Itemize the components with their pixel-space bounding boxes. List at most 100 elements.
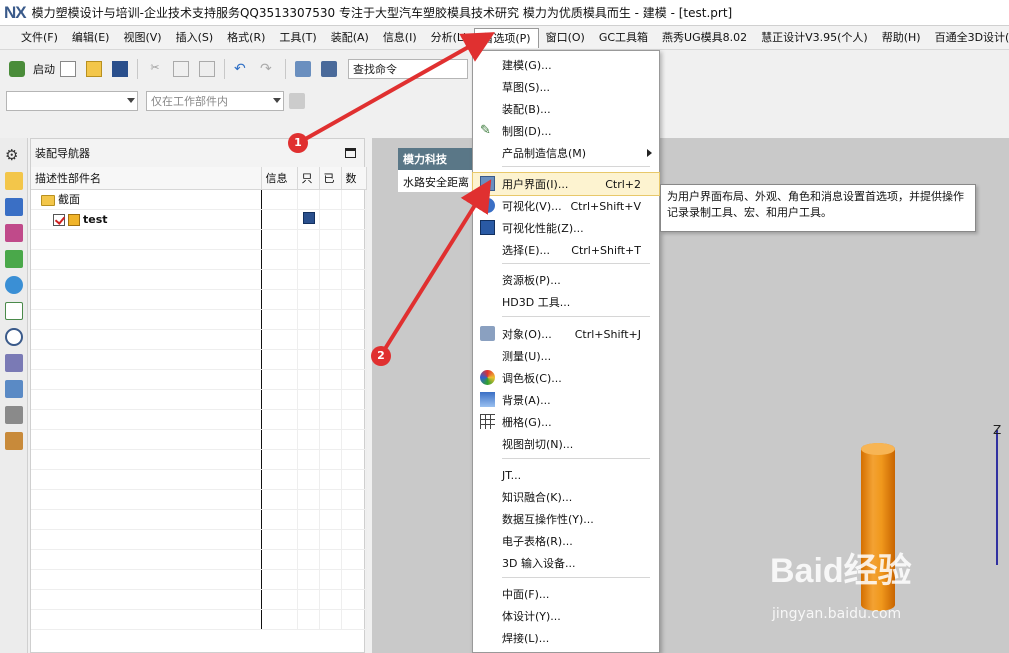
menu-tools[interactable]: 工具(T)	[272, 28, 323, 48]
toolbar-separator	[137, 59, 138, 79]
menu-item-user-interface[interactable]: 用户界面(I)... Ctrl+2	[472, 172, 660, 196]
paste-icon[interactable]	[199, 61, 215, 77]
menu-info[interactable]: 信息(I)	[376, 28, 424, 48]
manufacturing-wizard-icon[interactable]	[5, 406, 23, 424]
part-icon	[68, 213, 80, 226]
maximize-icon[interactable]	[345, 148, 356, 158]
column-header[interactable]: 已	[319, 167, 342, 190]
history-icon[interactable]	[5, 328, 23, 346]
menu-item-midsurface[interactable]: 中面(F)...	[473, 583, 659, 605]
menu-assembly[interactable]: 装配(A)	[324, 28, 376, 48]
menu-item-background[interactable]: 背景(A)...	[473, 389, 659, 411]
menu-item-visualization-performance[interactable]: 可视化性能(Z)...	[473, 217, 659, 239]
column-header[interactable]: 信息	[261, 167, 298, 190]
role-icon[interactable]	[5, 432, 23, 450]
menu-item-spreadsheet[interactable]: 电子表格(R)...	[473, 530, 659, 552]
menu-item-body-design[interactable]: 体设计(Y)...	[473, 605, 659, 627]
node-label: test	[83, 212, 108, 226]
menu-item-measure[interactable]: 测量(U)...	[473, 345, 659, 367]
menu-item-object[interactable]: 对象(O)... Ctrl+Shift+J	[473, 323, 659, 345]
menu-file[interactable]: 文件(F)	[14, 28, 65, 48]
menu-item-palette[interactable]: 调色板(C)...	[473, 367, 659, 389]
menu-gc-toolbox[interactable]: GC工具箱	[592, 28, 655, 48]
type-filter-dropdown[interactable]	[6, 91, 138, 111]
menu-item-drafting[interactable]: ✎ 制图(D)...	[473, 120, 659, 142]
selection-scope-dropdown[interactable]: 仅在工作部件内	[146, 91, 284, 111]
menu-help[interactable]: 帮助(H)	[875, 28, 928, 48]
menu-item-resource-bar[interactable]: 资源板(P)...	[473, 269, 659, 291]
navigator-title: 装配导航器	[35, 147, 90, 160]
menu-item-hd3d-tools[interactable]: HD3D 工具...	[473, 291, 659, 313]
menu-item-assembly[interactable]: 装配(B)...	[473, 98, 659, 120]
chevron-down-icon	[127, 98, 135, 103]
z-axis-label: Z	[993, 423, 1002, 437]
menu-item-data-interoperability[interactable]: 数据互操作性(Y)...	[473, 508, 659, 530]
menu-item-sketch[interactable]: 草图(S)...	[473, 76, 659, 98]
checkbox-icon[interactable]	[53, 213, 65, 226]
find-command-input[interactable]: 查找命令	[348, 59, 468, 79]
command-finder-icon[interactable]	[321, 61, 337, 77]
grid-icon	[480, 414, 495, 429]
menu-baitong[interactable]: 百通全3D设计(D)	[928, 28, 1009, 48]
preferences-menu: 建模(G)... 草图(S)... 装配(B)... ✎ 制图(D)... 产品…	[472, 50, 660, 653]
save-icon[interactable]	[112, 61, 128, 77]
constraint-navigator-icon[interactable]	[5, 198, 23, 216]
menu-edit[interactable]: 编辑(E)	[65, 28, 117, 48]
menu-analysis[interactable]: 分析(L)	[424, 28, 475, 48]
save-status-icon	[302, 211, 315, 224]
menu-separator	[502, 263, 650, 264]
menu-bar: 文件(F) 编辑(E) 视图(V) 插入(S) 格式(R) 工具(T) 装配(A…	[0, 26, 1009, 50]
menu-item-view-section[interactable]: 视图剖切(N)...	[473, 433, 659, 455]
menu-item-visualization[interactable]: 可视化(V)... Ctrl+Shift+V	[473, 195, 659, 217]
column-header[interactable]: 描述性部件名	[31, 167, 262, 190]
chevron-down-icon	[273, 98, 281, 103]
selection-scope-value: 仅在工作部件内	[151, 95, 228, 108]
hd3d-tools-icon[interactable]	[5, 276, 23, 294]
new-file-icon[interactable]	[60, 61, 76, 77]
nx-logo: NX	[4, 2, 27, 22]
filter-icon[interactable]	[289, 93, 305, 109]
settings-gear-icon[interactable]: ⚙	[5, 146, 23, 164]
info-panel-text: 水路安全距离	[398, 170, 472, 192]
menu-item-knowledge-fusion[interactable]: 知识融合(K)...	[473, 486, 659, 508]
menu-view[interactable]: 视图(V)	[116, 28, 168, 48]
toolbar-separator	[285, 59, 286, 79]
table-row[interactable]: test	[31, 209, 367, 230]
assembly-navigator-icon[interactable]	[5, 172, 23, 190]
menu-huizheng[interactable]: 慧正设计V3.95(个人)	[754, 28, 875, 48]
open-folder-icon[interactable]	[86, 61, 102, 77]
menu-yanxiu[interactable]: 燕秀UG模具8.02	[655, 28, 754, 48]
menu-item-3d-input-devices[interactable]: 3D 输入设备...	[473, 552, 659, 574]
user-interface-icon	[480, 176, 495, 191]
menu-item-selection[interactable]: 选择(E)... Ctrl+Shift+T	[473, 239, 659, 261]
cut-icon[interactable]: ✂	[147, 61, 163, 77]
menu-insert[interactable]: 插入(S)	[169, 28, 221, 48]
part-navigator-icon[interactable]	[5, 224, 23, 242]
menu-item-modeling[interactable]: 建模(G)...	[473, 54, 659, 76]
undo-icon[interactable]: ↶	[234, 61, 250, 77]
process-studio-icon[interactable]	[5, 380, 23, 398]
navigator-table: 描述性部件名 信息 只 已 数 截面 test	[31, 167, 367, 630]
menu-item-grid[interactable]: 栅格(G)...	[473, 411, 659, 433]
menu-format[interactable]: 格式(R)	[220, 28, 272, 48]
copy-icon[interactable]	[173, 61, 189, 77]
column-header[interactable]: 数	[341, 167, 367, 190]
menu-separator	[502, 577, 650, 578]
column-header[interactable]: 只	[297, 167, 320, 190]
system-materials-icon[interactable]	[5, 354, 23, 372]
menu-preferences[interactable]: 首选项(P)	[474, 27, 539, 48]
web-browser-icon[interactable]	[5, 302, 23, 320]
repeat-command-icon[interactable]	[295, 61, 311, 77]
redo-icon[interactable]: ↷	[260, 61, 276, 77]
table-row[interactable]: 截面	[31, 189, 367, 210]
visualization-performance-icon	[480, 220, 495, 235]
menu-item-welding[interactable]: 焊接(L)...	[473, 627, 659, 649]
step-badge-2: 2	[371, 346, 391, 366]
node-label: 截面	[58, 193, 80, 206]
start-button[interactable]: 启动	[6, 61, 55, 77]
menu-item-pmi[interactable]: 产品制造信息(M)	[473, 142, 659, 164]
menu-separator	[502, 316, 650, 317]
menu-window[interactable]: 窗口(O)	[539, 28, 592, 48]
reuse-library-icon[interactable]	[5, 250, 23, 268]
menu-item-jt[interactable]: JT...	[473, 464, 659, 486]
